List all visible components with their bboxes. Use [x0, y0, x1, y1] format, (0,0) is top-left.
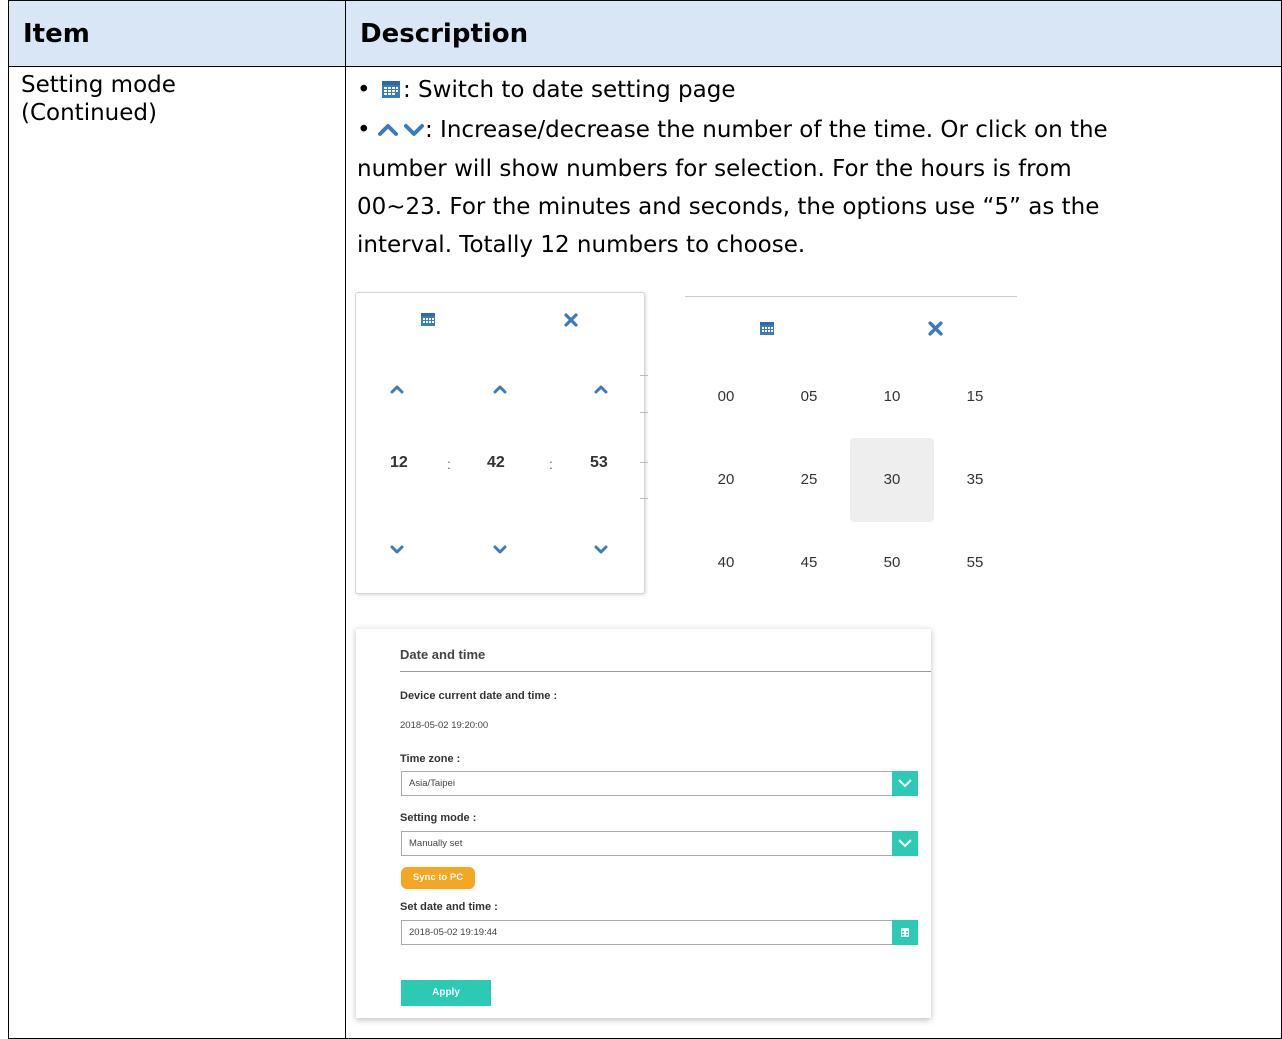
- minute-option[interactable]: 40: [684, 521, 768, 605]
- seconds-up-button[interactable]: [594, 379, 608, 398]
- description-cell: • : Switch to date setting page • : Increa…: [357, 71, 1267, 264]
- sync-to-pc-button[interactable]: Sync to PC: [401, 867, 475, 889]
- calendar-icon[interactable]: [420, 311, 436, 331]
- minute-option[interactable]: 55: [933, 521, 1017, 605]
- setting-mode-value: Manually set: [409, 838, 463, 849]
- panel-title: Date and time: [400, 647, 486, 662]
- table-header: Item Description: [9, 1, 1281, 67]
- time-picker: 12 : 42 : 53: [355, 292, 645, 594]
- description-line: interval. Totally 12 numbers to choose.: [357, 231, 806, 258]
- current-datetime-label: Device current date and time :: [400, 690, 558, 702]
- bullet-arrows: • : Increase/decrease the number of the t…: [357, 111, 1267, 150]
- header-description: Description: [360, 19, 529, 49]
- timezone-label: Time zone :: [400, 753, 461, 765]
- bullet-arrows-text: : Increase/decrease the number of the ti…: [425, 117, 1108, 143]
- minute-option[interactable]: 50: [850, 521, 934, 605]
- minute-option[interactable]: 45: [767, 521, 851, 605]
- set-datetime-input[interactable]: 2018-05-02 19:19:44: [401, 920, 918, 945]
- close-icon[interactable]: [928, 321, 943, 340]
- calendar-icon[interactable]: [759, 320, 775, 340]
- item-name: Setting mode: [21, 72, 176, 98]
- seconds-value[interactable]: 53: [590, 454, 608, 472]
- description-line: 00~23. For the minutes and seconds, the …: [357, 193, 1100, 220]
- minute-option[interactable]: 25: [767, 438, 851, 522]
- setting-mode-label: Setting mode :: [400, 812, 477, 824]
- minute-option[interactable]: 00: [684, 355, 768, 439]
- divider: [640, 498, 648, 499]
- chevron-down-icon: [403, 112, 425, 150]
- minute-option[interactable]: 10: [850, 355, 934, 439]
- set-datetime-value: 2018-05-02 19:19:44: [409, 927, 498, 938]
- minute-picker-top-border: [685, 296, 1017, 297]
- bullet-calendar: • : Switch to date setting page: [357, 71, 1267, 111]
- minute-option[interactable]: 20: [684, 438, 768, 522]
- minutes-down-button[interactable]: [493, 540, 507, 559]
- header-item: Item: [23, 19, 90, 49]
- minutes-value[interactable]: 42: [487, 454, 505, 472]
- divider: [400, 671, 931, 672]
- bullet-dot: •: [357, 77, 371, 103]
- hours-up-button[interactable]: [390, 379, 404, 398]
- set-datetime-label: Set date and time :: [400, 901, 498, 913]
- chevron-down-icon[interactable]: [892, 831, 918, 856]
- date-time-settings-panel: Date and time Device current date and ti…: [356, 628, 931, 1018]
- current-datetime-value: 2018-05-02 19:20:00: [400, 720, 489, 731]
- description-line: number will show numbers for selection. …: [357, 155, 1072, 182]
- timezone-value: Asia/Taipei: [409, 778, 455, 789]
- minute-option[interactable]: 15: [933, 355, 1017, 439]
- minutes-up-button[interactable]: [493, 379, 507, 398]
- calendar-icon[interactable]: [892, 920, 918, 945]
- bullet-dot: •: [357, 117, 371, 143]
- chevron-down-icon[interactable]: [892, 771, 918, 796]
- seconds-down-button[interactable]: [594, 540, 608, 559]
- column-divider: [345, 1, 346, 1038]
- divider: [640, 412, 648, 413]
- minute-option[interactable]: 05: [767, 355, 851, 439]
- divider: [640, 375, 648, 376]
- minute-option-selected[interactable]: 30: [850, 438, 934, 522]
- hours-down-button[interactable]: [390, 540, 404, 559]
- divider: [640, 462, 648, 463]
- time-separator: :: [549, 456, 553, 472]
- time-separator: :: [447, 456, 451, 472]
- apply-button[interactable]: Apply: [401, 980, 491, 1006]
- minute-option[interactable]: 35: [933, 438, 1017, 522]
- close-icon[interactable]: [564, 312, 578, 331]
- setting-mode-select[interactable]: Manually set: [401, 831, 918, 856]
- calendar-icon: [381, 73, 401, 111]
- bullet-calendar-text: : Switch to date setting page: [403, 77, 736, 103]
- hours-value[interactable]: 12: [390, 454, 408, 472]
- timezone-select[interactable]: Asia/Taipei: [401, 771, 918, 796]
- chevron-up-icon: [377, 112, 399, 150]
- item-cell: Setting mode (Continued): [21, 71, 331, 127]
- item-continued: (Continued): [21, 100, 157, 126]
